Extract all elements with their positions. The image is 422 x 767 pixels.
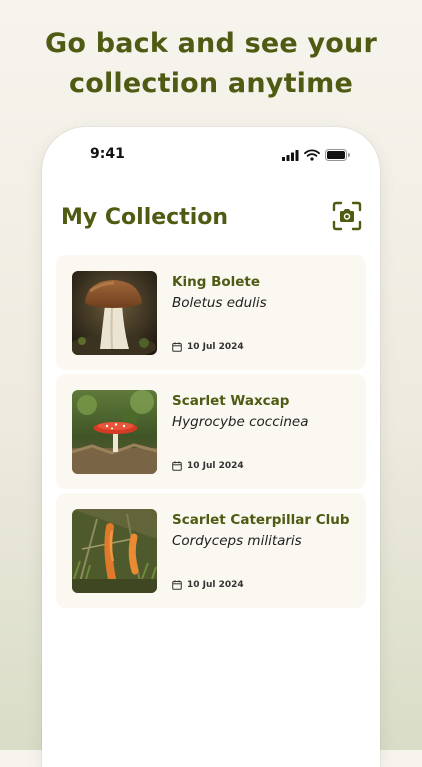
- phone-frame: 9:41 My Collection King Bolete Boletus e…: [42, 127, 380, 767]
- wifi-icon: [304, 149, 320, 161]
- item-date: 10 Jul 2024: [187, 342, 244, 352]
- item-date: 10 Jul 2024: [187, 461, 244, 471]
- status-bar: 9:41: [42, 127, 380, 177]
- camera-icon: [332, 201, 362, 231]
- signal-icon: [282, 149, 299, 161]
- item-date-row: 10 Jul 2024: [172, 580, 244, 590]
- promo-headline: Go back and see your collection anytime: [0, 24, 422, 104]
- scarlet-waxcap-photo: [72, 390, 157, 474]
- king-bolete-photo: [72, 271, 157, 355]
- item-latin-name: Boletus edulis: [172, 295, 267, 311]
- headline-line-1: Go back and see your: [45, 28, 377, 59]
- collection-card[interactable]: Scarlet Waxcap Hygrocybe coccinea 10 Jul…: [56, 374, 366, 489]
- calendar-icon: [172, 342, 182, 352]
- collection-list: King Bolete Boletus edulis 10 Jul 2024 S…: [56, 255, 366, 612]
- calendar-icon: [172, 461, 182, 471]
- collection-card[interactable]: King Bolete Boletus edulis 10 Jul 2024: [56, 255, 366, 370]
- scarlet-caterpillar-club-photo: [72, 509, 157, 593]
- item-date-row: 10 Jul 2024: [172, 461, 244, 471]
- status-icons: [282, 149, 350, 161]
- item-name: Scarlet Caterpillar Club: [172, 512, 350, 528]
- scan-button[interactable]: [332, 201, 362, 231]
- headline-line-2: collection anytime: [69, 68, 353, 99]
- calendar-icon: [172, 580, 182, 590]
- collection-card[interactable]: Scarlet Caterpillar Club Cordyceps milit…: [56, 493, 366, 608]
- battery-icon: [325, 149, 350, 161]
- item-latin-name: Hygrocybe coccinea: [172, 414, 309, 430]
- item-name: Scarlet Waxcap: [172, 393, 290, 409]
- page-title: My Collection: [61, 205, 229, 230]
- item-name: King Bolete: [172, 274, 261, 290]
- item-date-row: 10 Jul 2024: [172, 342, 244, 352]
- item-latin-name: Cordyceps militaris: [172, 533, 302, 549]
- status-time: 9:41: [90, 146, 125, 162]
- item-date: 10 Jul 2024: [187, 580, 244, 590]
